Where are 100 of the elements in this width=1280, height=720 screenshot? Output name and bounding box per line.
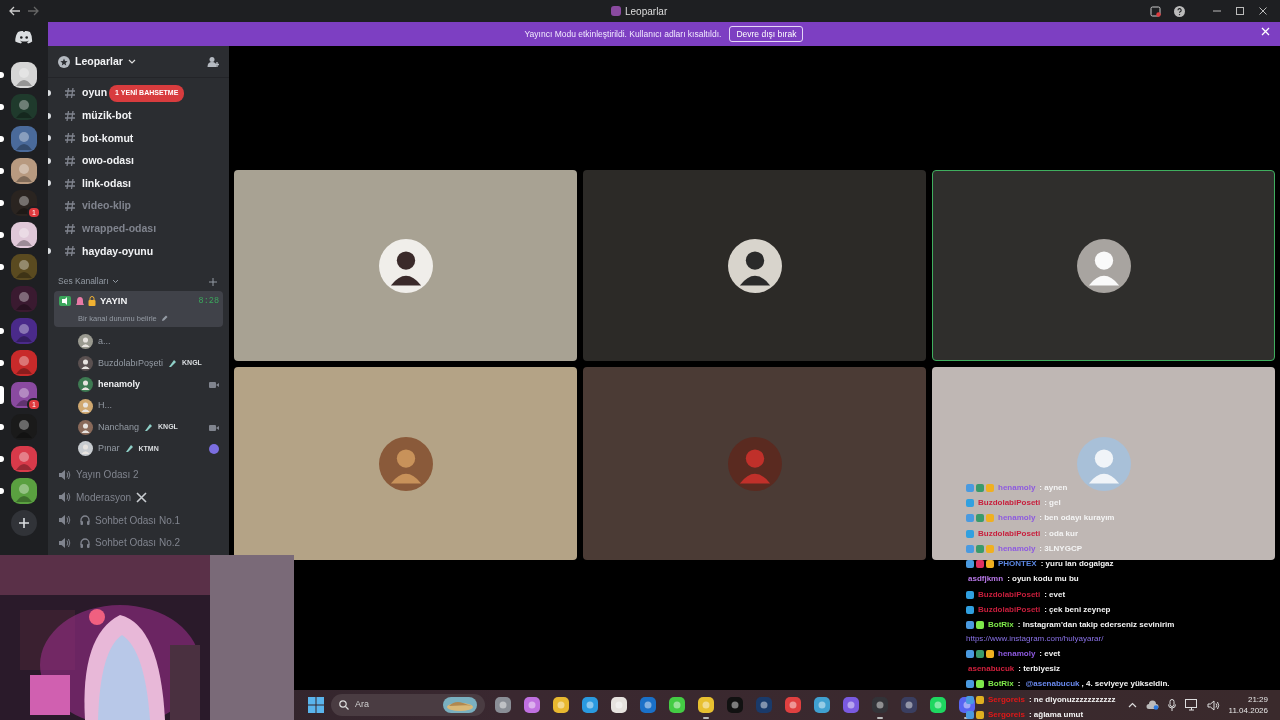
plus-icon[interactable] <box>209 277 217 286</box>
windows-start-icon[interactable] <box>308 697 324 713</box>
channel-name[interactable]: YAYIN <box>100 293 128 308</box>
channel-name[interactable]: wrapped-odası <box>82 221 157 237</box>
chat-message: , 4. seviyeye yükseldin. <box>1081 678 1170 691</box>
member-name[interactable]: Nanchang <box>98 420 140 435</box>
channel-name[interactable]: hayday-oyunu <box>82 243 154 260</box>
channel-name[interactable]: oyun <box>82 85 108 102</box>
close-icon[interactable] <box>1258 6 1268 16</box>
app-icon[interactable] <box>668 696 686 714</box>
app-icon[interactable] <box>813 696 831 714</box>
inbox-icon[interactable] <box>1150 5 1161 17</box>
member-name[interactable]: Pınar <box>98 442 120 456</box>
chevron-down-icon[interactable] <box>111 279 119 285</box>
chat-username[interactable]: BotRix <box>988 619 1014 632</box>
app-icon[interactable] <box>639 696 657 714</box>
back-arrow-icon[interactable] <box>9 6 21 16</box>
video-tile[interactable] <box>583 367 926 560</box>
add-member-icon[interactable] <box>207 55 219 68</box>
video-tile[interactable] <box>583 170 926 361</box>
app-icon[interactable] <box>610 696 628 714</box>
microphone-icon[interactable] <box>1167 699 1176 711</box>
video-tile[interactable] <box>234 170 577 361</box>
channel-name[interactable]: link-odası <box>82 175 131 192</box>
server-icon[interactable] <box>11 126 37 152</box>
disable-button[interactable]: Devre dışı bırak <box>729 25 804 43</box>
video-tile[interactable] <box>932 367 1275 560</box>
chat-username[interactable]: henamoly <box>998 647 1036 660</box>
chat-username[interactable]: Sergoreis <box>988 708 1025 720</box>
chat-username[interactable]: BuzdolabiPoseti <box>978 527 1041 540</box>
chat-link[interactable]: https://www.instagram.com/hulyayarar/ <box>966 632 1175 646</box>
app-icon[interactable] <box>929 696 947 714</box>
server-icon[interactable] <box>11 478 37 504</box>
headphones-icon <box>80 537 90 548</box>
help-icon[interactable] <box>1174 5 1185 17</box>
chat-username[interactable]: BotRix <box>988 678 1014 691</box>
hash-icon <box>64 132 76 145</box>
app-icon[interactable] <box>784 696 802 714</box>
chat-username[interactable]: asenabucuk <box>968 662 1015 675</box>
server-icon[interactable] <box>11 62 37 88</box>
voice-channel[interactable]: Yayın Odası 2 <box>54 463 223 487</box>
app-icon[interactable] <box>552 696 570 714</box>
category-label[interactable]: Ses Kanalları <box>58 275 109 289</box>
app-icon[interactable] <box>697 696 715 714</box>
mention-link[interactable]: @asenabucuk <box>1025 678 1080 691</box>
server-icon <box>611 6 621 16</box>
server-icon[interactable] <box>11 446 37 472</box>
server-name[interactable]: Leoparlar <box>75 53 123 70</box>
role-icon <box>168 358 178 368</box>
chat-username[interactable]: PHONTEX <box>998 558 1037 571</box>
app-icon[interactable] <box>523 696 541 714</box>
voice-channel[interactable]: Moderasyon <box>54 486 223 509</box>
maximize-icon[interactable] <box>1235 6 1245 16</box>
hash-icon <box>64 155 76 168</box>
app-icon[interactable] <box>842 696 860 714</box>
server-icon[interactable] <box>11 382 37 408</box>
chat-username[interactable]: asdfjkmn <box>968 573 1004 586</box>
voice-channel[interactable]: Sohbet Odası No.2 <box>54 531 223 554</box>
speaker-icon <box>58 514 71 527</box>
avatar <box>727 238 782 293</box>
chat-username[interactable]: BuzdolabiPoseti <box>978 588 1041 601</box>
pencil-icon[interactable] <box>160 315 168 323</box>
forward-arrow-icon[interactable] <box>27 6 39 16</box>
member-name[interactable]: henamoly <box>98 377 140 392</box>
server-icon[interactable] <box>11 158 37 184</box>
chat-username[interactable]: BuzdolabiPoseti <box>978 496 1041 509</box>
cloud-icon[interactable] <box>1145 700 1159 710</box>
search-field[interactable]: Ara <box>355 698 437 712</box>
channel-name[interactable]: bot-komut <box>82 130 134 147</box>
video-tile[interactable] <box>234 367 577 560</box>
chevron-up-icon[interactable] <box>1127 702 1137 708</box>
channel-name[interactable]: video-klip <box>82 198 131 215</box>
member-name[interactable]: BuzdolabıPoşeti <box>98 356 164 371</box>
hash-icon <box>64 109 76 122</box>
chat-message: : ne diyonuzzzzzzzzzzz <box>1028 693 1116 706</box>
channel-name[interactable]: owo-odası <box>82 153 134 169</box>
discord-logo-icon[interactable] <box>15 30 33 44</box>
headphones-icon <box>80 515 90 526</box>
member-name[interactable]: a... <box>98 335 111 349</box>
app-icon[interactable] <box>494 696 512 714</box>
add-server-icon[interactable] <box>11 510 37 536</box>
server-icon[interactable] <box>11 222 37 248</box>
server-icon[interactable] <box>11 350 37 376</box>
volume-icon[interactable] <box>1206 699 1220 711</box>
server-guide-icon[interactable] <box>58 55 70 68</box>
clock-date[interactable]: 11.04.2026 <box>1228 705 1268 716</box>
search-box[interactable]: Ara <box>331 694 485 716</box>
video-tile[interactable] <box>932 170 1275 361</box>
app-icon[interactable] <box>581 696 599 714</box>
bell-icon <box>76 295 84 306</box>
chat-username[interactable]: Sergoreis <box>988 693 1025 706</box>
member-name[interactable]: H... <box>98 399 112 413</box>
hash-icon <box>64 177 76 190</box>
chat-username[interactable]: BuzdolabiPoseti <box>978 604 1041 616</box>
clock-time[interactable]: 21:29 <box>1228 694 1268 705</box>
channel-name[interactable]: müzik-bot <box>82 108 132 124</box>
voice-channel[interactable]: Sohbet Odası No.1 <box>54 508 223 532</box>
stage-speaker-icon <box>58 294 72 307</box>
chat-message: : oda kur <box>1044 527 1078 540</box>
avatar <box>378 436 433 491</box>
